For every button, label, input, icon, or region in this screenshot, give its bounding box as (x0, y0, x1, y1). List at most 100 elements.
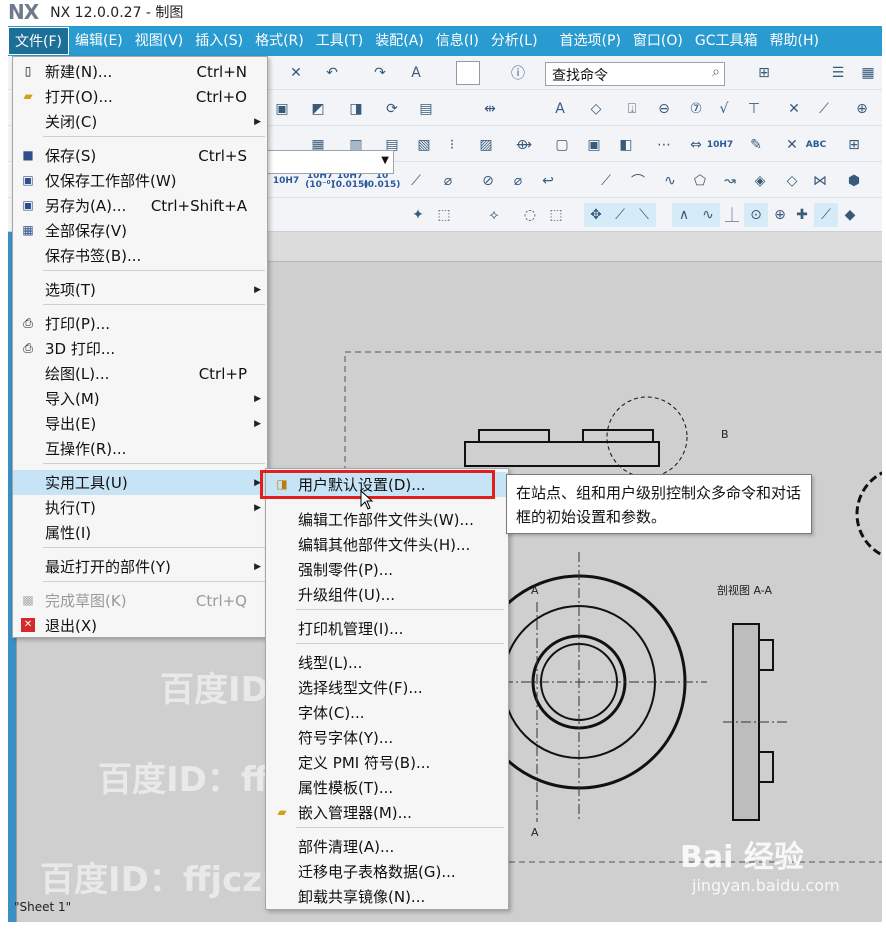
menu-view[interactable]: 视图(V) (129, 27, 190, 55)
note-icon[interactable]: A (548, 97, 572, 121)
snap-more-icon[interactable]: ◆ (838, 203, 862, 227)
submenu-migrate-spreadsheet[interactable]: 迁移电子表格数据(G)... (266, 859, 508, 884)
id-symbol-icon[interactable]: ◇ (584, 97, 608, 121)
target-point-icon[interactable]: ⊕ (850, 97, 874, 121)
lasso-icon[interactable]: ◌ (518, 203, 542, 227)
file-menu-properties[interactable]: 属性(I) (13, 520, 267, 545)
info-icon[interactable]: ⓘ (506, 61, 530, 85)
magnify-icon[interactable]: ⊖ (652, 97, 676, 121)
snap-control-icon[interactable]: ∧ (672, 203, 696, 227)
submenu-embed-manager[interactable]: ▰ 嵌入管理器(M)... (266, 800, 508, 825)
snap-icon[interactable]: ✦ (406, 203, 430, 227)
arrange-icon[interactable]: ⟴ (512, 133, 536, 157)
menu-insert[interactable]: 插入(S) (189, 27, 249, 55)
spline-icon[interactable]: ∿ (658, 169, 682, 193)
file-menu-save-as[interactable]: ▣ 另存为(A)... Ctrl+Shift+A (13, 193, 267, 218)
menu-information[interactable]: 信息(I) (430, 27, 485, 55)
auto-balloon-icon[interactable]: ▧ (412, 133, 436, 157)
extra-icon[interactable]: ▦ (856, 61, 880, 85)
menu-edit[interactable]: 编辑(E) (69, 27, 129, 55)
zone-icon[interactable]: ▣ (582, 133, 606, 157)
file-menu-options[interactable]: 选项(T) ▶ (13, 277, 267, 302)
rect-select-icon[interactable]: ⬚ (544, 203, 568, 227)
submenu-force-part[interactable]: 强制零件(P)... (266, 557, 508, 582)
file-menu-save-bookmark[interactable]: 保存书签(B)... (13, 243, 267, 268)
file-menu-exit[interactable]: ✕ 退出(X) (13, 613, 267, 638)
shape-icon[interactable]: ⬠ (688, 169, 712, 193)
file-menu-execute[interactable]: 执行(T) ▶ (13, 495, 267, 520)
file-menu-utilities[interactable]: 实用工具(U) ▶ (13, 470, 267, 495)
remove-icon[interactable]: ✕ (780, 133, 804, 157)
file-menu-interop[interactable]: 互操作(R)... (13, 436, 267, 461)
file-menu-new[interactable]: ▯ 新建(N)... Ctrl+N (13, 59, 267, 84)
offset-icon[interactable]: ◇ (780, 169, 804, 193)
submenu-upgrade-components[interactable]: 升级组件(U)... (266, 582, 508, 607)
section-view-icon[interactable]: ◩ (306, 97, 330, 121)
submenu-line-type[interactable]: 线型(L)... (266, 650, 508, 675)
pick-icon[interactable]: ⟡ (482, 203, 506, 227)
curve-icon[interactable]: ↝ (718, 169, 742, 193)
command-search-input[interactable]: 查找命令 ⌕ (545, 62, 725, 86)
close-icon[interactable]: ✕ (284, 61, 308, 85)
dimension-icon[interactable]: ⇹ (478, 97, 502, 121)
table-icon[interactable]: ▤ (414, 97, 438, 121)
submenu-edit-other-part-header[interactable]: 编辑其他部件文件头(H)... (266, 532, 508, 557)
menu-file[interactable]: 文件(F) (8, 27, 69, 55)
snap-perp-icon[interactable]: ⏊ (720, 203, 744, 227)
menu-assembly[interactable]: 装配(A) (369, 27, 430, 55)
file-menu-print[interactable]: ⎙ 打印(P)... (13, 311, 267, 336)
selection-filter-dropdown[interactable]: ▼ (262, 150, 394, 174)
file-menu-open[interactable]: ▰ 打开(O)... Ctrl+O (13, 84, 267, 109)
submenu-fonts[interactable]: 字体(C)... (266, 700, 508, 725)
redo-icon[interactable]: ↷ (368, 61, 392, 85)
arc-icon[interactable]: ⌒ (626, 169, 650, 193)
file-menu-recent-parts[interactable]: 最近打开的部件(Y) ▶ (13, 554, 267, 579)
submenu-attribute-template[interactable]: 属性模板(T)... (266, 775, 508, 800)
drawing-view-icon[interactable]: ▣ (270, 97, 294, 121)
border-icon[interactable]: ▢ (550, 133, 574, 157)
file-menu-save[interactable]: ■ 保存(S) Ctrl+S (13, 143, 267, 168)
update-view-icon[interactable]: ⟳ (380, 97, 404, 121)
menu-help[interactable]: 帮助(H) (764, 27, 825, 55)
submenu-symbol-fonts[interactable]: 符号字体(Y)... (266, 725, 508, 750)
file-menu-3d-print[interactable]: ⎙ 3D 打印... (13, 336, 267, 361)
tol-10h7-icon[interactable]: 10H7 (707, 133, 733, 157)
text-edit-icon[interactable]: ✎ (744, 133, 768, 157)
title-block-icon[interactable]: ◧ (614, 133, 638, 157)
snap-line-icon[interactable]: ⟋ (608, 203, 632, 227)
snap-quadrant-icon[interactable]: ⊕ (768, 203, 792, 227)
file-menu-import[interactable]: 导入(M) ▶ (13, 386, 267, 411)
view-fit-icon[interactable]: ⊞ (752, 61, 776, 85)
menu-analysis[interactable]: 分析(L) (485, 27, 544, 55)
submenu-unload-shared-image[interactable]: 卸载共享镜像(N)... (266, 884, 508, 909)
file-menu-export[interactable]: 导出(E) ▶ (13, 411, 267, 436)
return-icon[interactable]: ↩ (536, 169, 560, 193)
snap-center-icon[interactable]: ⊙ (744, 203, 768, 227)
snap-mid-icon[interactable]: ⟍ (632, 203, 656, 227)
matrix-icon[interactable]: ⊞ (842, 133, 866, 157)
abc-icon[interactable]: ABC (804, 133, 828, 157)
snap-tangent-icon[interactable]: ⟋ (814, 203, 838, 227)
submenu-select-line-file[interactable]: 选择线型文件(F)... (266, 675, 508, 700)
submenu-edit-work-part-header[interactable]: 编辑工作部件文件头(W)... (266, 507, 508, 532)
centerline-icon[interactable]: ✕ (782, 97, 806, 121)
file-menu-plot[interactable]: 绘图(L)... Ctrl+P (13, 361, 267, 386)
hatch-icon[interactable]: ⟋ (812, 97, 836, 121)
chain-dim-icon[interactable]: ⇔ (684, 133, 708, 157)
file-menu-close[interactable]: 关闭(C) ▶ (13, 109, 267, 134)
surface-finish-icon[interactable]: √ (712, 97, 736, 121)
submenu-printer-management[interactable]: 打印机管理(I)... (266, 616, 508, 641)
submenu-define-pmi-symbol[interactable]: 定义 PMI 符号(B)... (266, 750, 508, 775)
diameter-icon[interactable]: ⌀ (436, 169, 460, 193)
menu-tools[interactable]: 工具(T) (310, 27, 369, 55)
undo-icon[interactable]: ↶ (320, 61, 344, 85)
menu-preferences[interactable]: 首选项(P) (554, 27, 627, 55)
menu-format[interactable]: 格式(R) (249, 27, 310, 55)
snap-endpoint-icon[interactable]: ✥ (584, 203, 608, 227)
weld-icon[interactable]: ⊤ (742, 97, 766, 121)
abc-table-icon[interactable]: ▨ (474, 133, 498, 157)
menu-gc-toolbox[interactable]: GC工具箱 (689, 27, 764, 55)
surface-icon[interactable]: ◈ (748, 169, 772, 193)
trim-icon[interactable]: ⋈ (808, 169, 832, 193)
select-box-icon[interactable]: ⬚ (432, 203, 456, 227)
